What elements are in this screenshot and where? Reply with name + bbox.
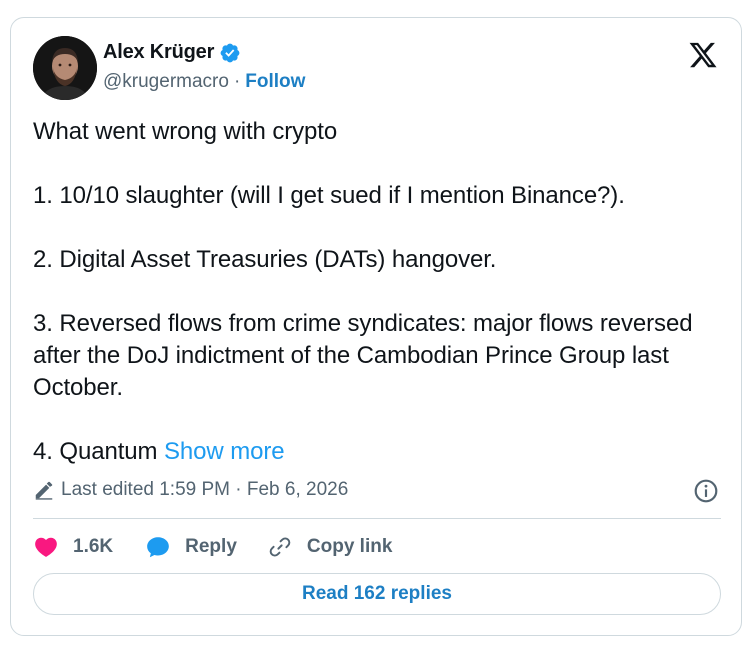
copy-link-button[interactable]: Copy link	[267, 534, 393, 560]
tweet-line: What went wrong with crypto	[33, 118, 338, 145]
divider	[33, 518, 721, 519]
edited-timestamp: Last edited 1:59 PM · Feb 6, 2026	[61, 479, 349, 500]
author-name[interactable]: Alex Krüger	[103, 41, 214, 64]
show-more-link[interactable]: Show more	[164, 438, 285, 465]
link-icon	[269, 537, 291, 557]
tweet-line: 3. Reversed flows from crime syndicates:…	[33, 310, 693, 401]
verified-badge-icon	[219, 42, 241, 64]
follow-button[interactable]: Follow	[245, 71, 305, 93]
tweet-line-text: 4. Quantum	[33, 438, 158, 465]
speech-bubble-icon	[147, 537, 169, 558]
avatar[interactable]	[33, 36, 97, 100]
tweet-line: 1. 10/10 slaughter (will I get sued if I…	[33, 182, 625, 209]
embedded-tweet-card: Alex Krüger @krugermacro · Follow What w…	[10, 17, 742, 636]
avatar-image	[33, 36, 97, 100]
read-replies-button[interactable]: Read 162 replies	[33, 573, 721, 615]
like-count: 1.6K	[73, 536, 114, 557]
copy-link-label: Copy link	[306, 536, 393, 557]
separator-dot: ·	[233, 71, 241, 92]
author-handle-row: @krugermacro · Follow	[103, 71, 305, 93]
action-bar: 1.6K Reply Copy link	[33, 532, 392, 562]
read-replies-label: Read 162 replies	[302, 583, 452, 604]
author-name-row: Alex Krüger	[103, 41, 241, 64]
info-icon[interactable]	[693, 478, 719, 504]
author-handle[interactable]: @krugermacro	[103, 71, 229, 93]
tweet-text: What went wrong with crypto 1. 10/10 sla…	[33, 116, 733, 468]
like-button[interactable]: 1.6K	[33, 534, 113, 560]
reply-button[interactable]: Reply	[145, 534, 237, 560]
tweet-line: 2. Digital Asset Treasuries (DATs) hango…	[33, 246, 497, 273]
x-logo-icon[interactable]	[687, 40, 719, 70]
edited-info[interactable]: Last edited 1:59 PM · Feb 6, 2026	[33, 479, 348, 501]
pencil-icon	[33, 479, 55, 501]
tweet-line-last: 4. Quantum Show more	[33, 436, 733, 468]
reply-label: Reply	[185, 536, 237, 557]
heart-icon	[35, 537, 57, 557]
